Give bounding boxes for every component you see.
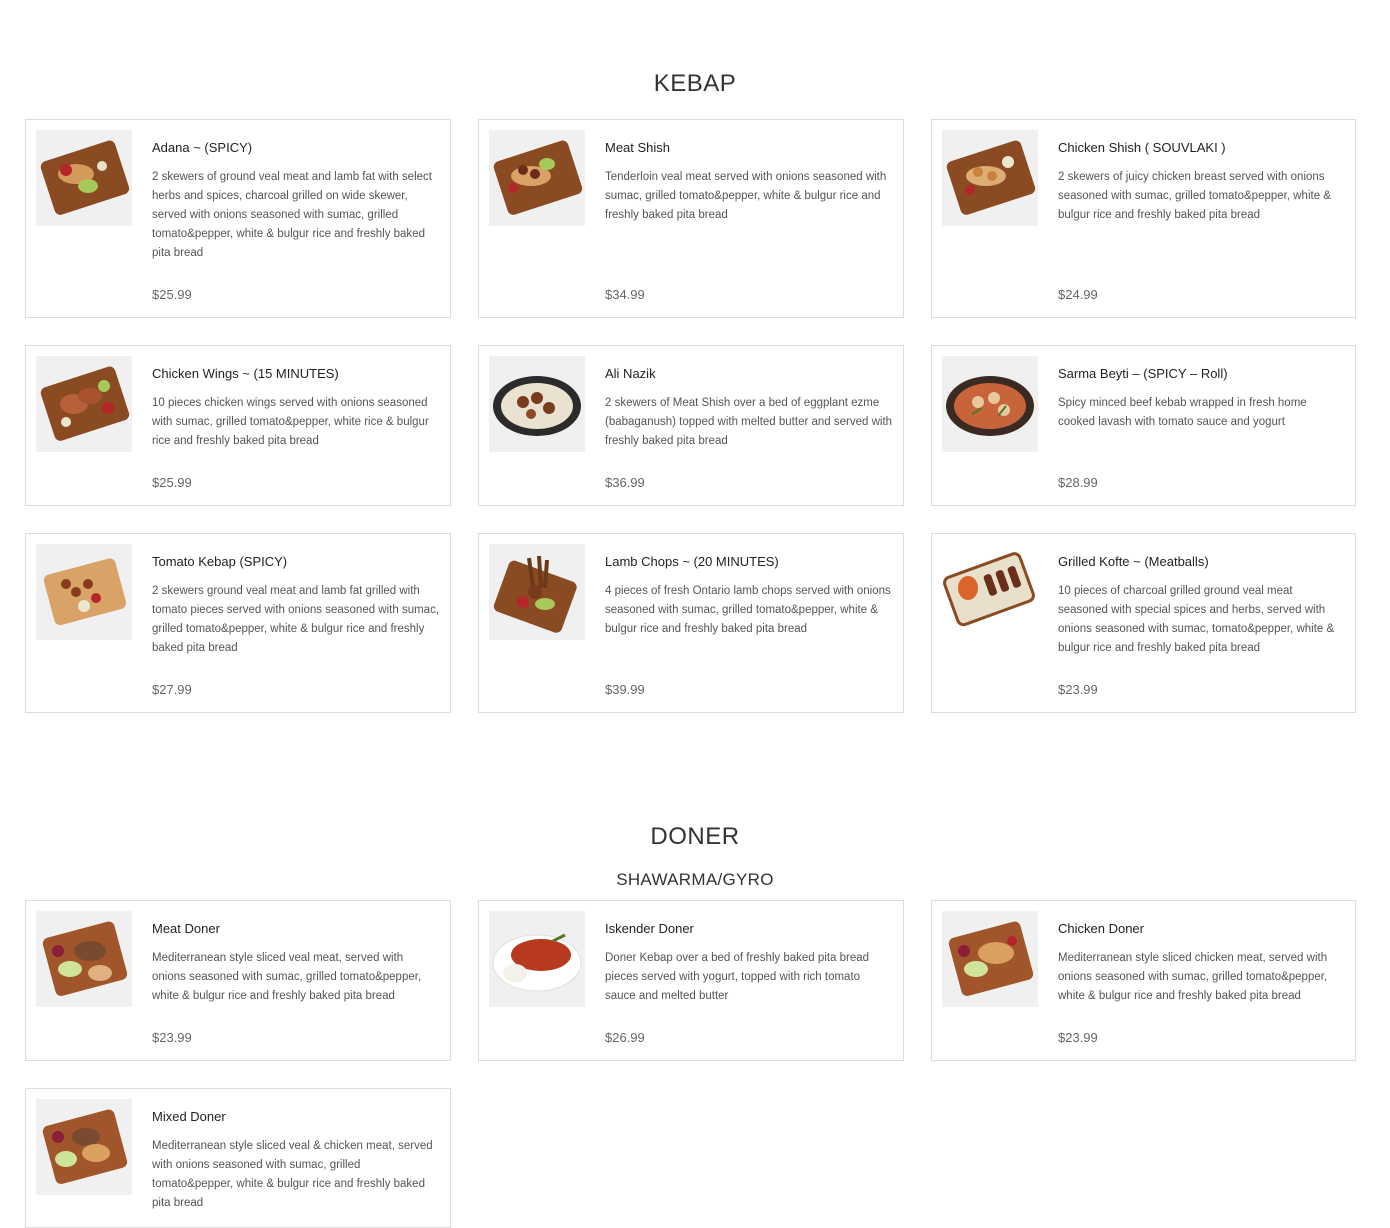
menu-item-price: $23.99 (1058, 682, 1098, 697)
menu-item-card[interactable]: Adana ~ (SPICY) 2 skewers of ground veal… (25, 119, 451, 318)
menu-item-price: $25.99 (152, 287, 192, 302)
menu-item-price: $23.99 (1058, 1030, 1098, 1045)
menu-item-name: Ali Nazik (605, 366, 656, 381)
menu-item-description: 2 skewers of ground veal meat and lamb f… (152, 171, 432, 259)
menu-item-price: $34.99 (605, 287, 645, 302)
food-photo (36, 356, 132, 452)
menu-item-name: Chicken Doner (1058, 921, 1144, 936)
menu-item-description: 10 pieces of charcoal grilled ground vea… (1058, 585, 1335, 654)
menu-item-price: $36.99 (605, 475, 645, 490)
menu-item-name: Lamb Chops ~ (20 MINUTES) (605, 554, 779, 569)
menu-item-price: $27.99 (152, 682, 192, 697)
menu-item-name: Adana ~ (SPICY) (152, 140, 253, 155)
menu-item-description: 2 skewers of Meat Shish over a bed of eg… (605, 397, 893, 447)
menu-item-description: Tenderloin veal meat served with onions … (605, 171, 887, 221)
menu-item-card[interactable]: Ali Nazik 2 skewers of Meat Shish over a… (478, 345, 904, 506)
menu-item-description: Mediterranean style sliced veal meat, se… (152, 952, 422, 1002)
menu-item-description: Mediterranean style sliced veal & chicke… (152, 1140, 433, 1209)
menu-item-price: $28.99 (1058, 475, 1098, 490)
menu-item-description: Spicy minced beef kebab wrapped in fresh… (1058, 397, 1307, 428)
food-photo (36, 911, 132, 1007)
menu-item-card[interactable]: Chicken Shish ( SOUVLAKI ) 2 skewers of … (931, 119, 1356, 318)
food-photo (489, 911, 585, 1007)
menu-item-description: Mediterranean style sliced chicken meat,… (1058, 952, 1328, 1002)
menu-item-name: Tomato Kebap (SPICY) (152, 554, 288, 569)
menu-item-price: $39.99 (605, 682, 645, 697)
menu-item-name: Chicken Shish ( SOUVLAKI ) (1058, 140, 1226, 155)
section-title-kebap: KEBAP (653, 70, 737, 97)
menu-item-name: Chicken Wings ~ (15 MINUTES) (152, 366, 339, 381)
food-photo (489, 130, 585, 226)
menu-item-card[interactable]: Chicken Wings ~ (15 MINUTES) 10 pieces c… (25, 345, 451, 506)
menu-item-card[interactable]: Iskender Doner Doner Kebap over a bed of… (478, 900, 904, 1061)
food-photo (36, 1099, 132, 1195)
menu-item-card[interactable]: Tomato Kebap (SPICY) 2 skewers ground ve… (25, 533, 451, 713)
section-title-doner: DONER (650, 823, 740, 850)
menu-item-price: $25.99 (152, 475, 192, 490)
menu-item-name: Iskender Doner (605, 921, 694, 936)
menu-item-description: 4 pieces of fresh Ontario lamb chops ser… (605, 585, 891, 635)
food-photo (942, 544, 1038, 640)
menu-item-price: $24.99 (1058, 287, 1098, 302)
menu-item-card[interactable]: Grilled Kofte ~ (Meatballs) 10 pieces of… (931, 533, 1356, 713)
food-photo (942, 130, 1038, 226)
menu-item-card[interactable]: Meat Doner Mediterranean style sliced ve… (25, 900, 451, 1061)
food-photo (36, 130, 132, 226)
section-subtitle-shawarma: SHAWARMA/GYRO (616, 870, 774, 889)
menu-item-name: Grilled Kofte ~ (Meatballs) (1058, 554, 1209, 569)
food-photo (36, 544, 132, 640)
food-photo (489, 356, 585, 452)
menu-item-name: Meat Shish (605, 140, 671, 155)
menu-item-card[interactable]: Sarma Beyti – (SPICY – Roll) Spicy mince… (931, 345, 1356, 506)
menu-item-card[interactable]: Lamb Chops ~ (20 MINUTES) 4 pieces of fr… (478, 533, 904, 713)
menu-item-description: 2 skewers ground veal meat and lamb fat … (152, 585, 440, 654)
menu-item-price: $26.99 (605, 1030, 645, 1045)
food-photo (942, 356, 1038, 452)
menu-item-description: 10 pieces chicken wings served with onio… (152, 397, 429, 447)
menu-item-name: Sarma Beyti – (SPICY – Roll) (1058, 366, 1228, 381)
menu-item-description: 2 skewers of juicy chicken breast served… (1058, 171, 1331, 221)
food-photo (489, 544, 585, 640)
menu-item-description: Doner Kebap over a bed of freshly baked … (605, 952, 870, 1002)
menu-item-price: $23.99 (152, 1030, 192, 1045)
menu-item-card[interactable]: Meat Shish Tenderloin veal meat served w… (478, 119, 904, 318)
menu-item-card[interactable]: Mixed Doner Mediterranean style sliced v… (25, 1088, 451, 1228)
food-photo (942, 911, 1038, 1007)
menu-item-name: Mixed Doner (152, 1109, 226, 1124)
menu-item-name: Meat Doner (152, 921, 220, 936)
menu-item-card[interactable]: Chicken Doner Mediterranean style sliced… (931, 900, 1356, 1061)
